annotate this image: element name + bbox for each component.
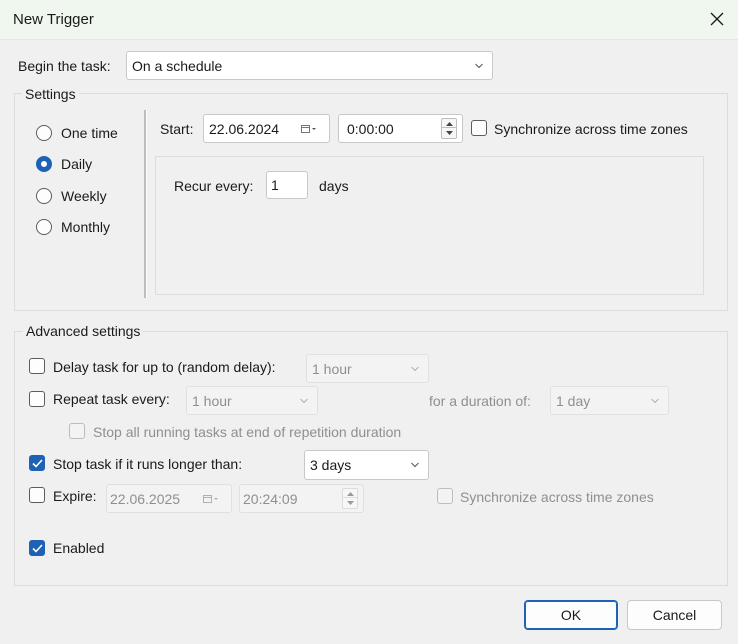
expire-checkbox[interactable]: [29, 487, 45, 503]
advanced-settings-label: Advanced settings: [23, 323, 144, 339]
delay-task-checkbox[interactable]: [29, 358, 45, 374]
start-label: Start:: [160, 121, 194, 137]
settings-separator: [144, 110, 147, 298]
chevron-down-icon: [411, 462, 419, 468]
enabled-checkbox[interactable]: [29, 540, 45, 556]
expire-time-spinner[interactable]: [342, 488, 358, 509]
stop-task-longer-label: Stop task if it runs longer than:: [53, 456, 243, 472]
delay-task-dropdown[interactable]: 1 hour: [306, 354, 429, 383]
radio-one-time-label: One time: [61, 125, 118, 141]
chevron-down-icon: [411, 366, 419, 371]
duration-value: 1 day: [556, 392, 591, 409]
start-date-picker[interactable]: 22.06.2024: [203, 114, 330, 143]
chevron-down-icon: [300, 398, 308, 403]
arrow-up-icon: [446, 122, 453, 126]
recur-panel: [155, 156, 704, 295]
spin-up-button[interactable]: [441, 118, 457, 128]
expire-sync-checkbox[interactable]: [437, 488, 453, 504]
cancel-button[interactable]: Cancel: [627, 600, 722, 630]
recur-unit-label: days: [319, 178, 349, 194]
radio-daily-label: Daily: [61, 156, 93, 172]
checkmark-icon: [32, 544, 43, 553]
expire-time-value: 20:24:09: [243, 490, 298, 507]
checkmark-icon: [32, 459, 43, 468]
radio-monthly-label: Monthly: [61, 219, 111, 235]
spin-down-button[interactable]: [441, 128, 457, 139]
stop-all-tasks-checkbox[interactable]: [69, 423, 85, 439]
radio-daily[interactable]: [36, 156, 52, 172]
recur-value: 1: [271, 177, 279, 193]
begin-task-dropdown[interactable]: On a schedule: [126, 51, 493, 80]
repeat-task-checkbox[interactable]: [29, 391, 45, 407]
recur-label: Recur every:: [174, 178, 254, 194]
arrow-down-icon: [347, 501, 354, 505]
start-time-spinner[interactable]: [441, 118, 457, 139]
close-button[interactable]: [698, 0, 738, 40]
chevron-down-icon: [475, 63, 483, 68]
calendar-dropdown-icon: [301, 124, 316, 133]
start-time-field[interactable]: 0:00:00: [338, 114, 463, 143]
begin-task-value: On a schedule: [132, 57, 223, 74]
start-time-value: 0:00:00: [347, 120, 394, 137]
stop-task-longer-dropdown[interactable]: 3 days: [304, 450, 429, 480]
duration-dropdown[interactable]: 1 day: [550, 386, 669, 415]
spin-up-button[interactable]: [342, 488, 358, 498]
radio-weekly[interactable]: [36, 188, 52, 204]
calendar-dropdown-icon: [203, 494, 218, 503]
stop-task-longer-checkbox[interactable]: [29, 455, 45, 471]
start-date-value: 22.06.2024: [209, 120, 280, 137]
recur-input[interactable]: 1: [266, 171, 308, 199]
repeat-task-dropdown[interactable]: 1 hour: [186, 386, 318, 415]
expire-sync-label: Synchronize across time zones: [460, 489, 654, 505]
delay-task-label: Delay task for up to (random delay):: [53, 359, 276, 375]
sync-timezones-checkbox[interactable]: [471, 120, 487, 136]
repeat-task-label: Repeat task every:: [53, 391, 170, 407]
settings-group-label: Settings: [22, 86, 79, 102]
radio-weekly-label: Weekly: [61, 188, 107, 204]
expire-date-picker[interactable]: 22.06.2025: [106, 484, 232, 513]
repeat-task-value: 1 hour: [192, 392, 232, 409]
stop-all-tasks-label: Stop all running tasks at end of repetit…: [93, 424, 402, 440]
arrow-down-icon: [446, 131, 453, 135]
delay-task-value: 1 hour: [312, 360, 352, 377]
window-title: New Trigger: [13, 11, 94, 28]
radio-one-time[interactable]: [36, 125, 52, 141]
expire-label: Expire:: [53, 488, 97, 504]
enabled-label: Enabled: [53, 540, 105, 556]
expire-time-field[interactable]: 20:24:09: [239, 484, 364, 513]
ok-button[interactable]: OK: [524, 600, 618, 630]
radio-monthly[interactable]: [36, 219, 52, 235]
stop-task-longer-value: 3 days: [310, 457, 352, 473]
begin-task-label: Begin the task:: [18, 58, 111, 74]
close-icon: [710, 12, 724, 26]
duration-label: for a duration of:: [429, 393, 531, 409]
arrow-up-icon: [347, 492, 354, 496]
expire-date-value: 22.06.2025: [110, 490, 181, 507]
sync-timezones-label: Synchronize across time zones: [494, 121, 688, 137]
chevron-down-icon: [651, 398, 659, 403]
spin-down-button[interactable]: [342, 498, 358, 509]
title-bar: New Trigger: [0, 0, 738, 40]
